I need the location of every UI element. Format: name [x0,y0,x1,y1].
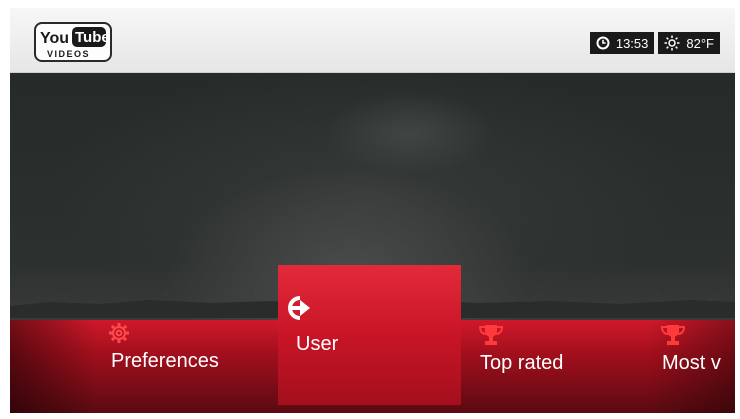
youtube-videos-logo: You Tube VIDEOS [34,22,112,62]
status-area: 13:53 82°F [589,32,720,54]
clock-chip: 13:53 [589,32,655,54]
trophy-icon [660,323,686,353]
clock-time: 13:53 [615,35,649,51]
logo-videos-text: VIDEOS [47,49,90,59]
clock-icon [596,36,610,50]
menu-item-user-selected[interactable]: User [278,265,461,405]
gear-icon [108,322,130,350]
menu-label-top-rated: Top rated [480,352,564,374]
logo-you-text: You [40,30,69,47]
sun-icon [664,35,680,51]
logo-tube-text: Tube [75,29,110,46]
trophy-icon [478,323,504,353]
temperature: 82°F [686,35,714,51]
right-clip-mask [735,0,740,419]
menu-label-preferences: Preferences [111,350,219,372]
top-bar: You Tube VIDEOS 13:53 82°F [10,8,735,73]
menu-label-user: User [296,333,339,355]
weather-chip: 82°F [658,32,720,54]
menu-label-most-viewed: Most v [662,352,721,374]
sign-in-arrow-icon [282,293,314,329]
